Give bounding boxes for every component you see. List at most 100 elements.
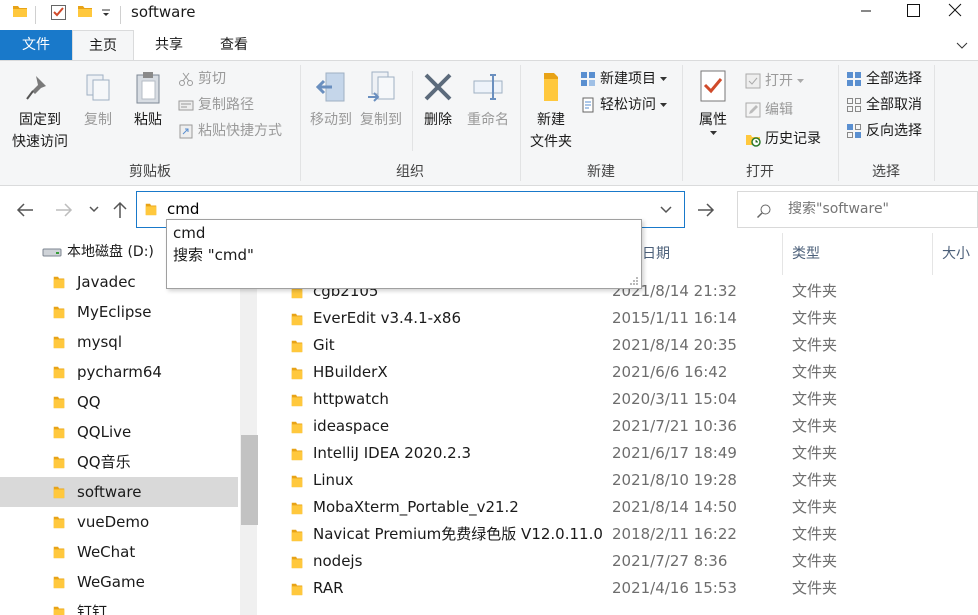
column-separator[interactable] <box>782 233 783 275</box>
file-type: 文件夹 <box>792 336 838 354</box>
back-arrow-icon[interactable] <box>16 202 34 218</box>
new-folder-quick-icon[interactable] <box>77 3 93 19</box>
file-row[interactable]: IntelliJ IDEA 2020.2.3 2021/6/17 18:49 文件夹 <box>262 440 978 467</box>
tree-item-folder[interactable]: mysql <box>0 327 238 357</box>
tree-item-label: pycharm64 <box>77 363 162 381</box>
folder-icon <box>52 335 66 349</box>
scissors-icon <box>178 71 194 87</box>
search-box[interactable] <box>737 191 978 228</box>
tree-item-folder[interactable]: QQLive <box>0 417 238 447</box>
copy-button[interactable]: 复制 <box>78 67 118 131</box>
file-row[interactable]: ideaspace 2021/7/21 10:36 文件夹 <box>262 413 978 440</box>
move-to-button[interactable]: 移动到 <box>306 67 356 131</box>
invert-selection-icon <box>846 123 862 139</box>
tree-item-label: QQ音乐 <box>77 453 131 471</box>
paste-button[interactable]: 粘贴 <box>128 67 168 131</box>
go-arrow-icon[interactable] <box>697 202 715 218</box>
select-all-button[interactable]: 全部选择 <box>846 68 922 90</box>
pin-icon <box>23 67 57 107</box>
tab-file[interactable]: 文件 <box>0 30 72 60</box>
column-header-size[interactable]: 大小 <box>942 243 970 263</box>
tab-share[interactable]: 共享 <box>139 30 199 60</box>
autocomplete-item[interactable]: 搜索 "cmd" <box>173 244 254 266</box>
edit-pencil-icon <box>745 102 761 118</box>
delete-button[interactable]: 删除 <box>418 67 458 131</box>
column-header-date[interactable]: 日期 <box>642 243 670 263</box>
cut-button[interactable]: 剪切 <box>178 68 226 90</box>
paste-shortcut-button[interactable]: 粘贴快捷方式 <box>178 120 282 142</box>
file-row[interactable]: MobaXterm_Portable_v21.2 2021/8/14 14:50 文… <box>262 494 978 521</box>
select-none-button[interactable]: 全部取消 <box>846 94 922 116</box>
tree-item-folder[interactable]: MyEclipse <box>0 297 238 327</box>
tree-item-folder[interactable]: WeChat <box>0 537 238 567</box>
tree-item-label: QQLive <box>77 423 132 441</box>
tree-item-folder[interactable]: vueDemo <box>0 507 238 537</box>
tree-item-folder[interactable]: software <box>0 477 238 507</box>
up-arrow-icon[interactable] <box>112 201 128 219</box>
new-item-button[interactable]: 新建项目 <box>580 68 667 90</box>
forward-arrow-icon[interactable] <box>55 202 73 218</box>
folder-icon <box>290 555 304 569</box>
tree-item-label: Javadec <box>77 273 136 291</box>
close-button[interactable] <box>932 0 978 30</box>
new-item-icon <box>580 71 596 87</box>
file-row[interactable]: nodejs 2021/7/27 8:36 文件夹 <box>262 548 978 575</box>
minimize-button[interactable] <box>843 0 889 30</box>
tree-item-folder[interactable]: pycharm64 <box>0 357 238 387</box>
tree-item-folder[interactable]: QQ音乐 <box>0 447 238 477</box>
file-type: 文件夹 <box>792 498 838 516</box>
address-dropdown-chevron-icon[interactable] <box>660 206 672 214</box>
tree-item-folder[interactable]: 钉钉 <box>0 597 238 615</box>
customize-dropdown-icon[interactable] <box>101 8 111 18</box>
copy-path-button[interactable]: 复制路径 <box>178 94 254 116</box>
tree-item-label: WeChat <box>77 543 136 561</box>
column-separator[interactable] <box>932 233 933 275</box>
delete-label: 删除 <box>424 112 452 128</box>
easy-access-button[interactable]: 轻松访问 <box>580 94 667 116</box>
recent-locations-chevron-icon[interactable] <box>89 206 99 214</box>
tree-item-folder[interactable]: WeGame <box>0 567 238 597</box>
file-row[interactable]: HBuilderX 2021/6/6 16:42 文件夹 <box>262 359 978 386</box>
properties-checkbox-icon[interactable] <box>50 3 68 21</box>
pin-to-quick-access-button[interactable]: 固定到 快速访问 <box>6 67 74 153</box>
nav-scrollbar-track[interactable] <box>240 233 257 615</box>
file-row[interactable]: Linux 2021/8/10 19:28 文件夹 <box>262 467 978 494</box>
open-button[interactable]: 打开 <box>745 70 804 92</box>
maximize-button[interactable] <box>889 0 935 30</box>
column-header-type[interactable]: 类型 <box>792 243 820 263</box>
rename-button[interactable]: 重命名 <box>462 67 514 131</box>
file-row[interactable]: EverEdit v3.4.1-x86 2015/1/11 16:14 文件夹 <box>262 305 978 332</box>
tree-item-label: 本地磁盘 (D:) <box>67 244 154 260</box>
tab-view[interactable]: 查看 <box>204 30 264 60</box>
copy-to-button[interactable]: 复制到 <box>356 67 406 131</box>
paste-shortcut-label: 粘贴快捷方式 <box>198 123 282 139</box>
folder-icon <box>290 501 304 515</box>
tab-home[interactable]: 主页 <box>72 30 134 61</box>
file-row[interactable]: Git 2021/8/14 20:35 文件夹 <box>262 332 978 359</box>
resize-grip-icon[interactable] <box>629 276 639 286</box>
paste-icon <box>131 67 165 107</box>
folder-icon <box>52 575 66 589</box>
folder-icon <box>290 420 304 434</box>
expand-ribbon-icon[interactable] <box>956 40 968 50</box>
nav-scrollbar-thumb[interactable] <box>241 435 258 525</box>
file-row[interactable]: httpwatch 2020/3/11 15:04 文件夹 <box>262 386 978 413</box>
folder-icon <box>290 366 304 380</box>
history-button[interactable]: 历史记录 <box>745 128 821 150</box>
file-row[interactable]: RAR 2021/4/16 15:53 文件夹 <box>262 575 978 602</box>
folder-icon <box>52 305 66 319</box>
file-type: 文件夹 <box>792 525 838 543</box>
address-input[interactable] <box>167 200 647 218</box>
move-to-icon <box>314 67 348 107</box>
file-name: Git <box>313 336 335 354</box>
file-row[interactable]: Navicat Premium免费绿色版 V12.0.11.0 2018/2/11… <box>262 521 978 548</box>
new-folder-button[interactable]: 新建 文件夹 <box>526 67 576 153</box>
file-date: 2015/1/11 16:14 <box>612 309 737 327</box>
properties-button[interactable]: 属性 <box>690 67 736 136</box>
invert-selection-button[interactable]: 反向选择 <box>846 120 922 142</box>
new-folder-icon <box>534 67 568 107</box>
autocomplete-item[interactable]: cmd <box>173 222 205 244</box>
edit-button[interactable]: 编辑 <box>745 99 793 121</box>
search-input[interactable] <box>788 201 968 217</box>
tree-item-folder[interactable]: QQ <box>0 387 238 417</box>
